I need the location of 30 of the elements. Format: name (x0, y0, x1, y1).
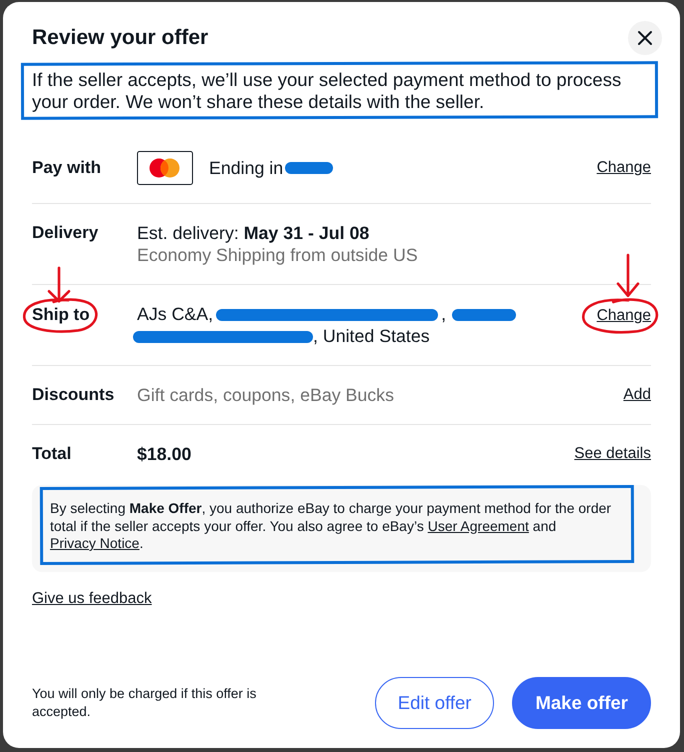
make-offer-button[interactable]: Make offer (512, 677, 651, 729)
see-details-link[interactable]: See details (574, 443, 651, 465)
notice-text: If the seller accepts, we’ll use your selected payment method to process your order. We won’t share these details with the seller. (32, 69, 622, 113)
total-amount: $18.00 (137, 444, 192, 464)
dialog-title: Review your offer (32, 25, 208, 51)
address-text: , (441, 304, 446, 324)
legal-link[interactable]: Privacy Notice (50, 535, 140, 551)
legal-notice-text: By selecting Make Offer, you authorize eBay to charge your payment method for the order total if the seller accepts your offer. You also agree to eBay’s User Agreement and Privacy Notice. (50, 500, 612, 552)
row-label: Delivery (32, 222, 100, 244)
delivery-estimate-text: Est. delivery: May 31 - Jul 08 (137, 222, 370, 244)
change-link[interactable]: Change (596, 157, 651, 179)
card-ending-text: Ending in (209, 157, 284, 179)
row-label: Discounts (32, 384, 116, 406)
shipping-method-text: Economy Shipping from outside US (137, 244, 419, 266)
row-label: Ship to (32, 304, 90, 326)
redaction-mark (452, 309, 516, 322)
close-icon (637, 30, 653, 46)
edit-offer-button[interactable]: Edit offer (374, 677, 494, 729)
row-label: Pay with (32, 157, 102, 179)
close-button[interactable] (628, 21, 662, 55)
row-label: Total (32, 443, 72, 465)
charge-note-text: You will only be charged if this offer is accepted. (32, 685, 258, 721)
card-icon (137, 151, 193, 185)
change-link[interactable]: Change (596, 305, 651, 327)
add-link[interactable]: Add (623, 384, 651, 406)
address-text: AJs C&A, (137, 304, 214, 324)
legal-link[interactable]: User Agreement (428, 518, 529, 534)
feedback-link[interactable]: Give us feedback (32, 588, 152, 610)
discounts-text: Gift cards, coupons, eBay Bucks (137, 385, 394, 405)
address-text: , United States (313, 326, 430, 346)
